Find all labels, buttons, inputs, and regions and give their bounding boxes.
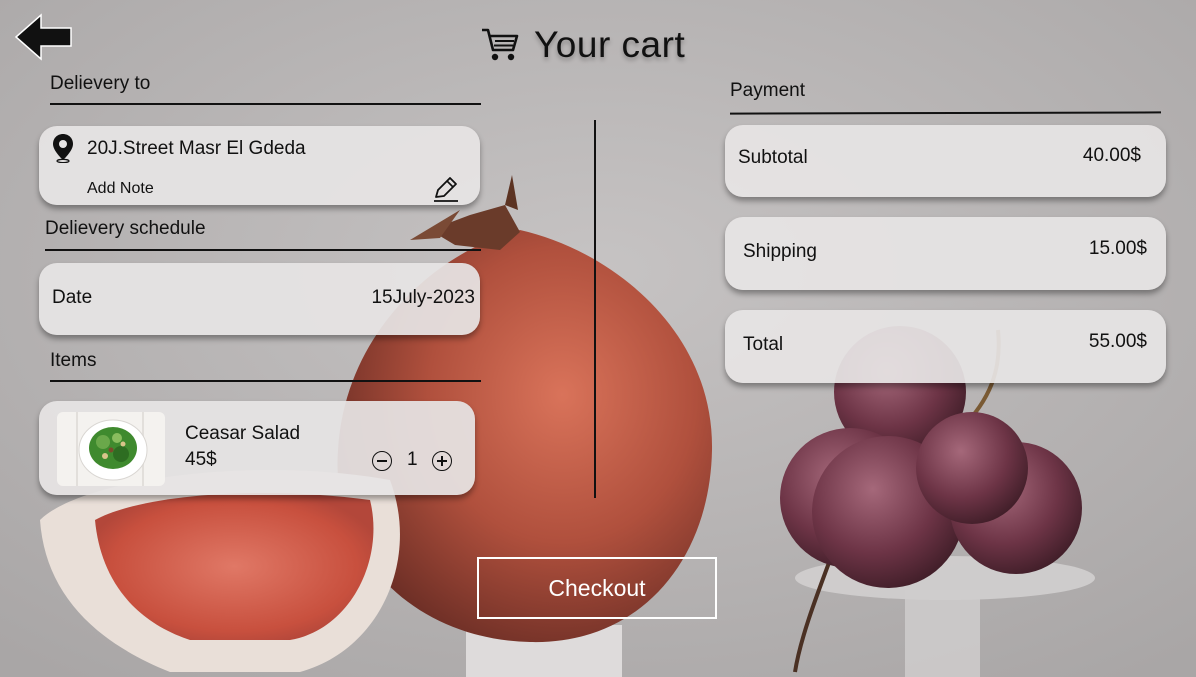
page-header: Your cart (480, 22, 685, 68)
add-note-link[interactable]: Add Note (87, 180, 154, 198)
total-value: 55.00$ (1088, 331, 1147, 352)
items-divider (50, 380, 481, 382)
cart-item-card: Ceasar Salad 45$ 1 (39, 401, 475, 495)
item-name: Ceasar Salad (185, 423, 301, 444)
delivery-address: 20J.Street Masr El Gdeda (87, 138, 306, 159)
checkout-button[interactable]: Checkout (477, 557, 717, 619)
subtotal-label: Subtotal (738, 147, 808, 168)
schedule-section-label: Delievery schedule (45, 218, 206, 239)
decrease-quantity-button[interactable] (372, 451, 392, 471)
date-value: 15July-2023 (371, 287, 475, 308)
subtotal-value: 40.00$ (1082, 145, 1141, 166)
delivery-section-label: Delievery to (50, 73, 151, 94)
shopping-cart-icon (482, 28, 519, 61)
pencil-icon[interactable] (432, 175, 460, 203)
item-price: 45$ (185, 449, 217, 470)
item-quantity: 1 (407, 449, 418, 470)
payment-section-label: Payment (730, 80, 805, 101)
arrow-left-icon (14, 13, 72, 61)
delivery-address-card[interactable]: 20J.Street Masr El Gdeda Add Note (39, 126, 480, 205)
schedule-divider (45, 249, 481, 251)
shipping-value: 15.00$ (1088, 238, 1147, 259)
delivery-date-card[interactable]: Date 15July-2023 (39, 263, 480, 335)
increase-quantity-button[interactable] (432, 451, 452, 471)
subtotal-card: Subtotal 40.00$ (725, 125, 1166, 197)
shipping-card: Shipping 15.00$ (725, 217, 1166, 290)
vertical-divider (594, 120, 596, 498)
total-card: Total 55.00$ (725, 310, 1166, 383)
shipping-label: Shipping (743, 241, 817, 262)
location-pin-icon (53, 134, 73, 163)
page-title: Your cart (534, 24, 686, 65)
items-section-label: Items (50, 350, 97, 371)
salad-bowl-image (57, 412, 165, 486)
date-label: Date (52, 287, 93, 308)
total-label: Total (743, 334, 784, 355)
back-button[interactable] (14, 12, 74, 62)
delivery-divider (50, 103, 481, 105)
